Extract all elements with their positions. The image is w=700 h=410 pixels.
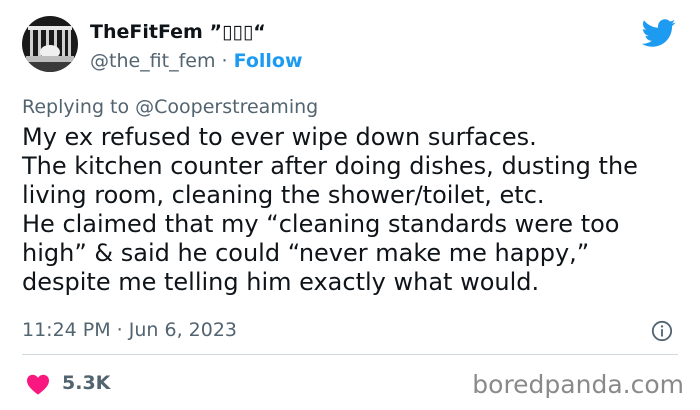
boredpanda-watermark: boredpanda.com <box>472 370 684 399</box>
tweet-line: He claimed that my “cleaning standards w… <box>22 210 620 238</box>
info-icon[interactable] <box>651 320 673 342</box>
tweet-line: despite me telling him exactly what woul… <box>22 268 540 296</box>
tweet-line: My ex refused to ever wipe down surfaces… <box>22 123 537 151</box>
author-handle[interactable]: @the_fit_fem <box>90 50 216 72</box>
tweet-line: living room, cleaning the shower/toilet,… <box>22 181 545 209</box>
tweet-line: The kitchen counter after doing dishes, … <box>22 152 638 180</box>
reply-to-user-link[interactable]: @Cooperstreaming <box>135 96 318 118</box>
tweet-timestamp[interactable]: 11:24 PM · Jun 6, 2023 <box>22 318 237 342</box>
avatar[interactable] <box>22 16 78 72</box>
tweet-line: high” & said he could “never make me hap… <box>22 239 590 267</box>
author-display-name[interactable]: TheFitFem ”▯▯▯“ <box>90 20 266 44</box>
reply-prefix: Replying to <box>22 96 136 118</box>
divider <box>22 354 678 355</box>
author-handle-line: @the_fit_fem · Follow <box>90 49 303 73</box>
replying-to: Replying to @Cooperstreaming <box>22 95 318 119</box>
follow-button[interactable]: Follow <box>234 50 303 72</box>
heart-icon <box>27 374 49 395</box>
handle-separator: · <box>215 50 234 72</box>
tweet-text: My ex refused to ever wipe down surfaces… <box>22 123 692 297</box>
avatar-image <box>22 16 78 72</box>
like-count: 5.3K <box>62 372 111 394</box>
twitter-bird-icon[interactable] <box>642 16 676 50</box>
